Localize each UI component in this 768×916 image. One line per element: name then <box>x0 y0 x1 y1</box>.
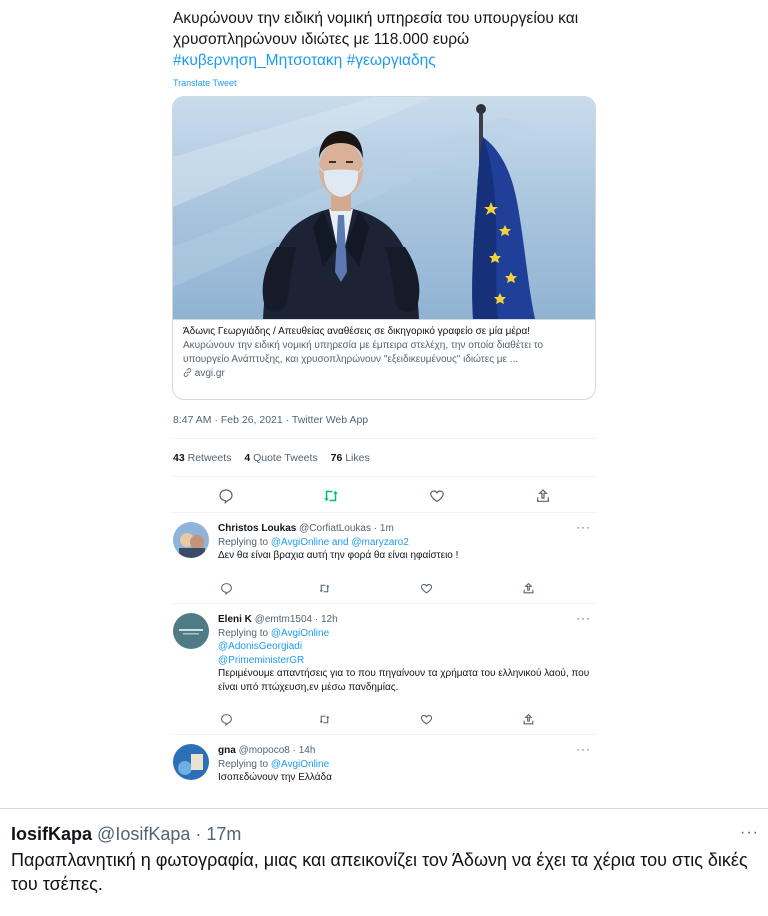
card-photo <box>173 97 595 319</box>
card-photo-illustration <box>173 97 595 319</box>
reply-tweet[interactable]: gna @mopoco8 · 14h Replying to @AvgiOnli… <box>173 742 603 800</box>
reply-actions <box>218 580 538 596</box>
retweet-icon <box>319 584 329 592</box>
translate-tweet-link[interactable]: Translate Tweet <box>173 78 237 88</box>
divider <box>173 438 597 439</box>
retweet-button[interactable] <box>316 580 332 596</box>
heart-icon <box>420 714 432 724</box>
divider <box>173 512 597 513</box>
mention-link[interactable]: @AvgiOnline <box>271 628 329 639</box>
retweet-icon <box>324 490 338 502</box>
card-description: Ακυρώνουν την ειδική νομική υπηρεσία με … <box>183 340 544 365</box>
tweet-timestamp[interactable]: 8:47 AM · Feb 26, 2021 · Twitter Web App <box>173 414 368 426</box>
likes-label: Likes <box>345 452 370 464</box>
reply-author-name[interactable]: Christos Loukas <box>218 523 296 534</box>
like-button[interactable] <box>418 580 434 596</box>
retweets-label: Retweets <box>187 452 232 464</box>
like-button[interactable] <box>427 486 447 506</box>
more-options-button[interactable]: ··· <box>576 742 591 756</box>
reply-text: Ισοπεδώνουν την Ελλάδα <box>218 772 332 783</box>
likes-count: 76 <box>330 452 343 464</box>
quotes-label: Quote Tweets <box>253 452 318 464</box>
retweets-count: 43 <box>173 452 185 464</box>
more-options-button[interactable]: ··· <box>576 611 591 625</box>
share-button[interactable] <box>520 711 536 727</box>
reply-author-handle[interactable]: @mopoco8 · 14h <box>239 745 316 756</box>
retweet-button[interactable] <box>321 486 341 506</box>
replying-to-label: Replying to <box>218 536 271 548</box>
replying-to: Replying to @AvgiOnline <box>218 627 603 641</box>
avatar[interactable] <box>173 744 209 780</box>
heart-icon <box>430 490 444 503</box>
likes-stat[interactable]: 76 Likes <box>331 452 370 464</box>
tweet-stats: 43 Retweets 4 Quote Tweets 76 Likes <box>173 452 380 464</box>
mention-link[interactable]: @AdonisGeorgiadi <box>218 640 603 654</box>
share-button[interactable] <box>533 486 553 506</box>
author-handle[interactable]: @IosifKapa · 17m <box>97 824 241 844</box>
bottom-tweet[interactable]: IosifKapa @IosifKapa · 17m ··· Παραπλανη… <box>11 822 761 896</box>
replying-to-label: Replying to <box>218 758 271 770</box>
replying-to: Replying to @AvgiOnline <box>218 758 603 772</box>
reply-text: Δεν θα είναι βραχια αυτή την φορά θα είν… <box>218 550 459 561</box>
divider <box>173 603 597 604</box>
reply-actions <box>218 711 538 727</box>
reply-icon <box>220 713 232 726</box>
reply-content: Eleni K @emtm1504 · 12h Replying to @Avg… <box>218 613 603 694</box>
quotes-stat[interactable]: 4 Quote Tweets <box>244 452 317 464</box>
embedded-tweet-screenshot: Ακυρώνουν την ειδική νομική υπηρεσία του… <box>160 0 612 808</box>
reply-author-name[interactable]: gna <box>218 745 236 756</box>
more-options-button[interactable]: ··· <box>740 824 759 842</box>
author-name[interactable]: IosifKapa <box>11 824 92 844</box>
divider <box>173 476 597 477</box>
reply-icon <box>220 582 232 595</box>
tweet-body: Ακυρώνουν την ειδική νομική υπηρεσία του… <box>173 10 579 48</box>
reply-author-handle[interactable]: @CorfiatLoukas · 1m <box>299 523 394 534</box>
avatar[interactable] <box>173 522 209 558</box>
share-icon <box>537 489 549 502</box>
reply-content: Christos Loukas @CorfiatLoukas · 1m Repl… <box>218 522 603 563</box>
divider <box>173 734 597 735</box>
share-icon <box>523 582 533 593</box>
reply-tweet[interactable]: Christos Loukas @CorfiatLoukas · 1m Repl… <box>173 520 603 604</box>
reply-icon <box>219 489 233 504</box>
replying-to-label: Replying to <box>218 627 271 639</box>
reply-author-name[interactable]: Eleni K <box>218 614 252 625</box>
reply-button[interactable] <box>216 486 236 506</box>
reply-author-handle[interactable]: @emtm1504 · 12h <box>255 614 338 625</box>
link-preview-card[interactable]: Άδωνις Γεωργιάδης / Απευθείας αναθέσεις … <box>172 96 596 400</box>
replying-to: Replying to @AvgiOnline and @maryzaro2 <box>218 536 603 550</box>
tweet-actions <box>173 484 597 508</box>
hashtag-link[interactable]: #γεωργιαδης <box>347 52 436 69</box>
quotes-count: 4 <box>244 452 251 464</box>
mention-link[interactable]: @AvgiOnline and @maryzaro2 <box>271 537 409 548</box>
like-button[interactable] <box>418 711 434 727</box>
mention-link[interactable]: @AvgiOnline <box>271 759 329 770</box>
share-icon <box>523 713 533 724</box>
reply-text: Περιμένουμε απαντήσεις για το που πηγαίν… <box>218 668 590 693</box>
card-title: Άδωνις Γεωργιάδης / Απευθείας αναθέσεις … <box>183 326 531 337</box>
card-body: Άδωνις Γεωργιάδης / Απευθείας αναθέσεις … <box>173 319 595 399</box>
mention-link[interactable]: @PrimeministerGR <box>218 654 603 668</box>
hashtag-link[interactable]: #κυβερνηση_Μητσοτακη <box>173 52 342 69</box>
retweet-button[interactable] <box>316 711 332 727</box>
more-options-button[interactable]: ··· <box>576 520 591 534</box>
link-icon <box>183 368 192 377</box>
card-domain: avgi.gr <box>183 367 587 381</box>
share-button[interactable] <box>520 580 536 596</box>
reply-content: gna @mopoco8 · 14h Replying to @AvgiOnli… <box>218 744 603 785</box>
reply-button[interactable] <box>218 580 234 596</box>
reply-tweet[interactable]: Eleni K @emtm1504 · 12h Replying to @Avg… <box>173 611 603 735</box>
tweet-text: Παραπλανητική η φωτογραφία, μιας και απε… <box>11 850 748 894</box>
tweet-header: IosifKapa @IosifKapa · 17m <box>11 822 761 846</box>
divider <box>0 808 768 809</box>
retweets-stat[interactable]: 43 Retweets <box>173 452 231 464</box>
tweet-text: Ακυρώνουν την ειδική νομική υπηρεσία του… <box>173 8 603 71</box>
retweet-icon <box>319 715 329 723</box>
card-domain-text: avgi.gr <box>194 368 225 379</box>
heart-icon <box>420 583 432 593</box>
avatar[interactable] <box>173 613 209 649</box>
reply-button[interactable] <box>218 711 234 727</box>
